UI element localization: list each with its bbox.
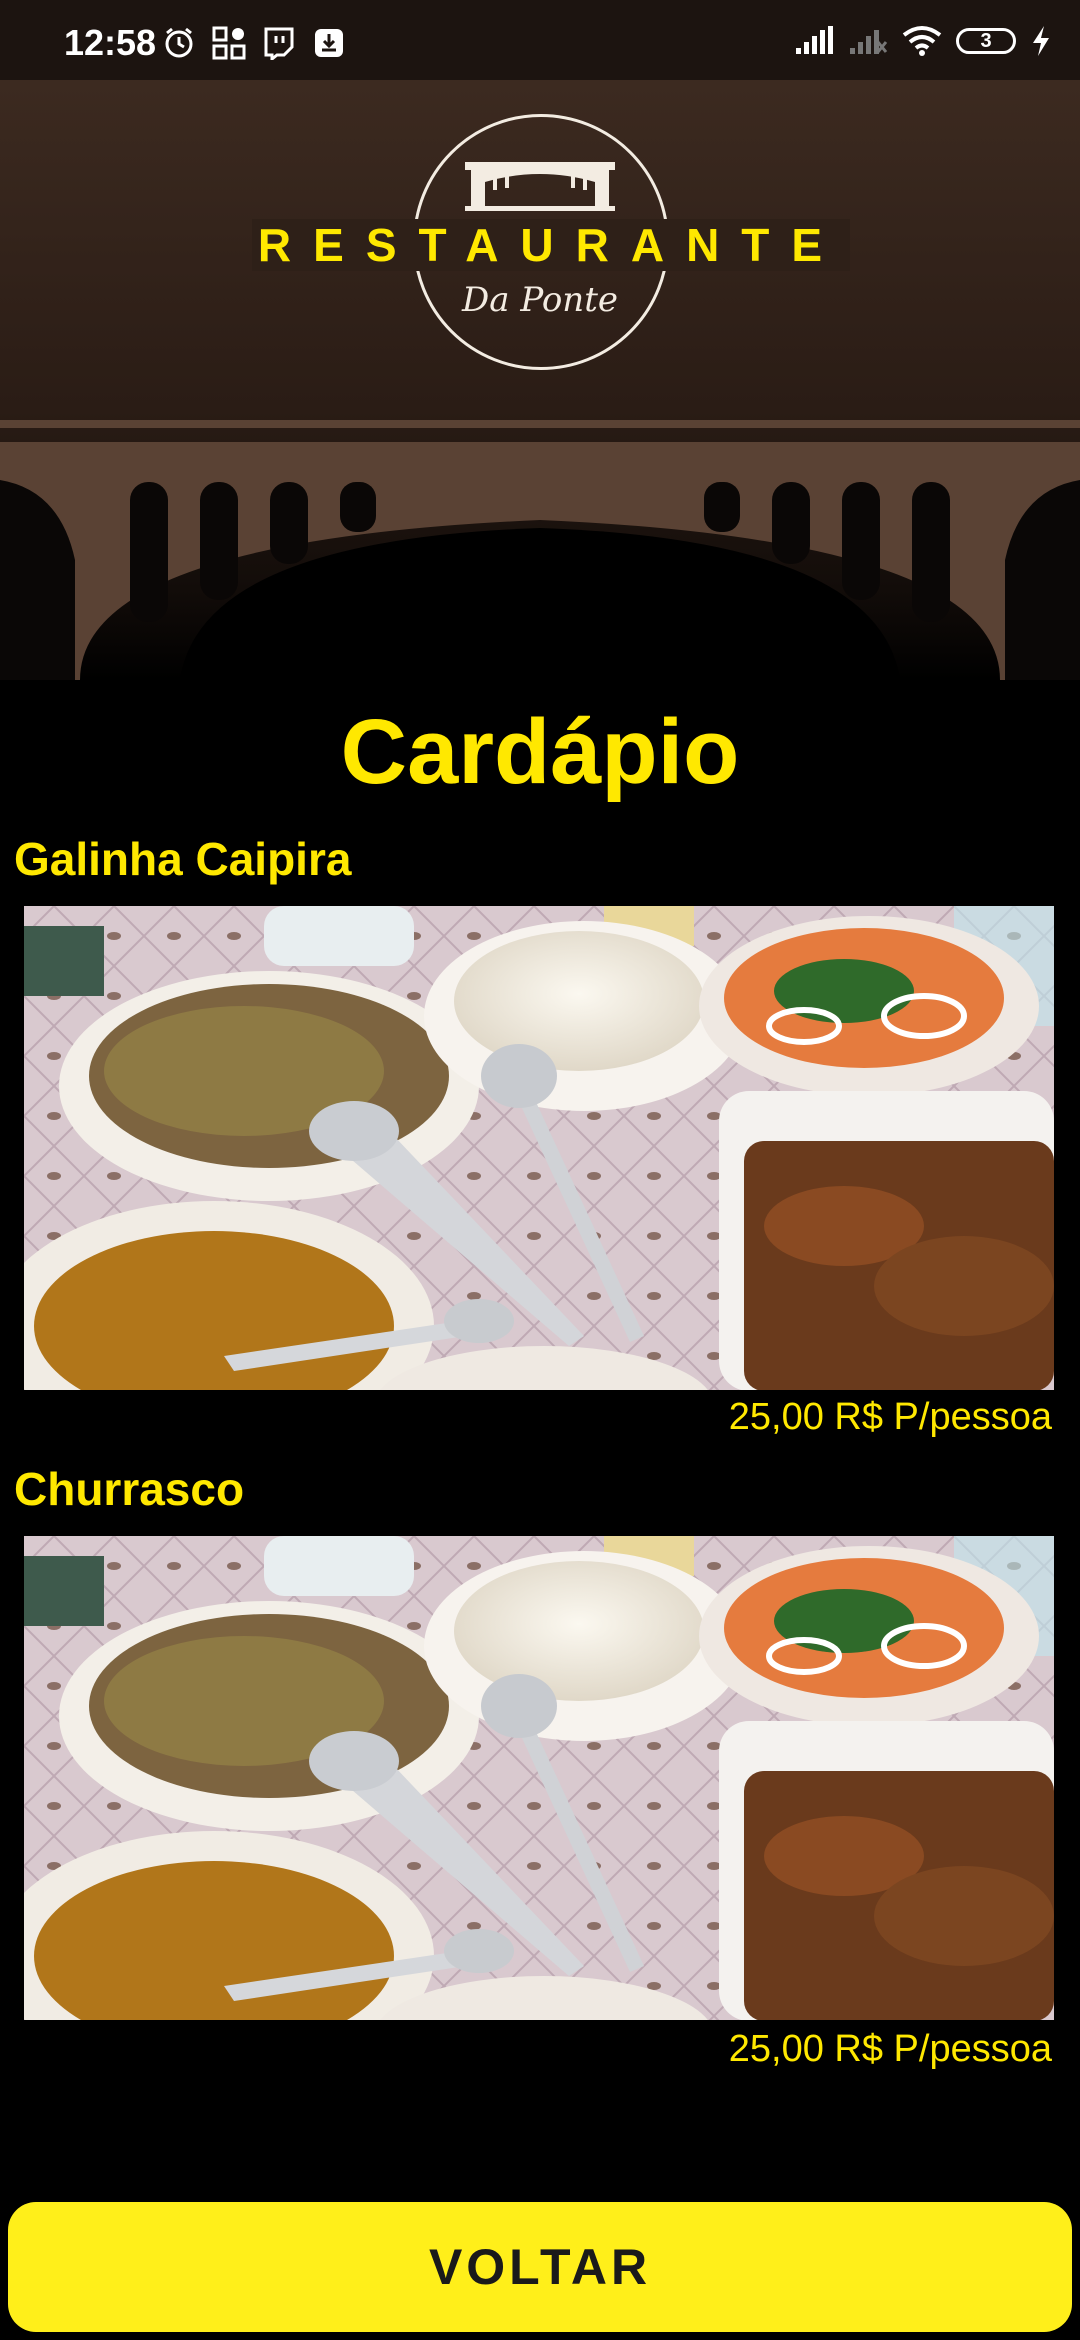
battery-icon: 3 [956, 28, 1016, 54]
alarm-icon [165, 27, 193, 58]
download-icon [315, 29, 343, 57]
dish-name: Churrasco [14, 1463, 245, 1515]
battery-level: 3 [980, 29, 992, 52]
dish-price: 25,00 R$ P/pessoa [728, 1396, 1052, 1438]
dish-photo [24, 906, 1054, 1390]
signal-no-service-icon [850, 30, 888, 54]
dish-photo [24, 1536, 1054, 2020]
bridge-graphic [0, 420, 1080, 680]
dish-name: Galinha Caipira [14, 833, 352, 885]
status-right-icons: 3 [794, 24, 1052, 58]
app-screen: 12:58 3 RESTAURANTE Da Ponte Cardápio Ga… [0, 0, 1080, 2340]
charging-icon [1033, 26, 1049, 56]
logo-bridge-icon [465, 162, 615, 211]
food-photo-illustration [24, 906, 1054, 1390]
page-title: Cardápio [340, 701, 740, 803]
status-left-icons [162, 26, 346, 60]
back-button[interactable]: VOLTAR [8, 2202, 1072, 2332]
food-photo-illustration [24, 1536, 1054, 2020]
status-bar: 12:58 3 [0, 0, 1080, 80]
restaurant-logo: RESTAURANTE Da Ponte [0, 80, 1080, 410]
restaurant-header: RESTAURANTE Da Ponte [0, 80, 1080, 680]
status-time: 12:58 [64, 22, 157, 63]
wifi-icon [902, 26, 942, 56]
qr-app-icon [212, 26, 246, 60]
logo-subtitle: Da Ponte [462, 280, 618, 320]
logo-title: RESTAURANTE [0, 218, 1080, 272]
logo-title-text: RESTAURANTE [251, 219, 851, 271]
signal-icon [796, 26, 833, 54]
twitch-icon [264, 27, 294, 60]
dish-price: 25,00 R$ P/pessoa [728, 2028, 1052, 2070]
